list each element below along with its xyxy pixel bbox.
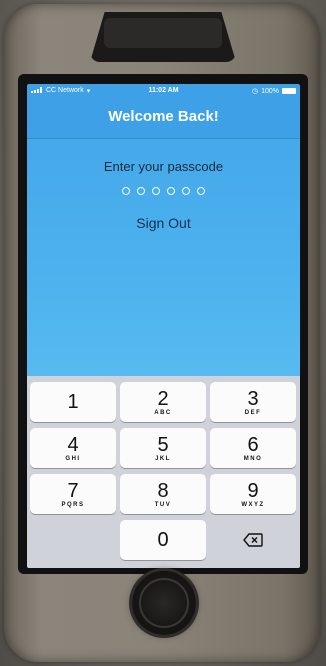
key-3[interactable]: 3 DEF — [210, 382, 296, 422]
key-6[interactable]: 6 MNO — [210, 428, 296, 468]
passcode-dot — [122, 187, 130, 195]
key-digit: 9 — [247, 479, 259, 502]
key-digit: 2 — [157, 387, 169, 410]
status-bar: CC Network ▾ 11:02 AM ◷ 100% — [27, 84, 300, 98]
key-letters: ABC — [154, 409, 172, 416]
home-button-ring — [139, 578, 189, 628]
sign-out-button[interactable]: Sign Out — [27, 215, 300, 231]
backspace-icon — [243, 533, 263, 547]
key-digit: 7 — [67, 479, 79, 502]
key-letters: DEF — [244, 409, 262, 416]
key-digit: 5 — [157, 433, 169, 456]
backspace-button[interactable] — [210, 520, 296, 560]
key-9[interactable]: 9 WXYZ — [210, 474, 296, 514]
key-digit: 1 — [67, 391, 79, 413]
key-1[interactable]: 1 — [30, 382, 116, 422]
key-letters: MNO — [243, 455, 263, 462]
earpiece-speaker — [104, 18, 222, 48]
navigation-bar: Welcome Back! — [27, 98, 300, 139]
passcode-dot — [197, 187, 205, 195]
passcode-dot — [167, 187, 175, 195]
key-digit: 0 — [157, 529, 169, 551]
status-right: ◷ 100% — [252, 87, 296, 95]
phone-screen: CC Network ▾ 11:02 AM ◷ 100% Welcome Bac… — [27, 84, 300, 568]
key-8[interactable]: 8 TUV — [120, 474, 206, 514]
battery-icon — [282, 88, 296, 94]
key-letters: JKL — [155, 455, 171, 462]
key-letters: TUV — [154, 501, 172, 508]
key-digit: 8 — [157, 479, 169, 502]
key-digit: 3 — [247, 387, 259, 410]
page-title: Welcome Back! — [108, 108, 219, 125]
key-5[interactable]: 5 JKL — [120, 428, 206, 468]
key-7[interactable]: 7 PQRS — [30, 474, 116, 514]
key-4[interactable]: 4 GHI — [30, 428, 116, 468]
key-digit: 4 — [67, 433, 79, 456]
key-letters: WXYZ — [241, 501, 265, 508]
battery-percent: 100% — [261, 87, 279, 95]
key-digit: 6 — [247, 433, 259, 456]
passcode-dot — [182, 187, 190, 195]
key-2[interactable]: 2 ABC — [120, 382, 206, 422]
numeric-keypad: 1 2 ABC 3 DEF 4 GHI 5 JKL 6 MNO 7 PQRS 8… — [27, 376, 300, 568]
key-blank — [30, 520, 116, 560]
passcode-dots — [27, 187, 300, 195]
key-letters: PQRS — [61, 501, 85, 508]
passcode-area: Enter your passcode Sign Out — [27, 139, 300, 376]
alarm-icon: ◷ — [251, 88, 259, 95]
passcode-dot — [152, 187, 160, 195]
key-0[interactable]: 0 — [120, 520, 206, 560]
passcode-dot — [137, 187, 145, 195]
key-letters: GHI — [65, 455, 81, 462]
passcode-prompt: Enter your passcode — [103, 159, 224, 174]
